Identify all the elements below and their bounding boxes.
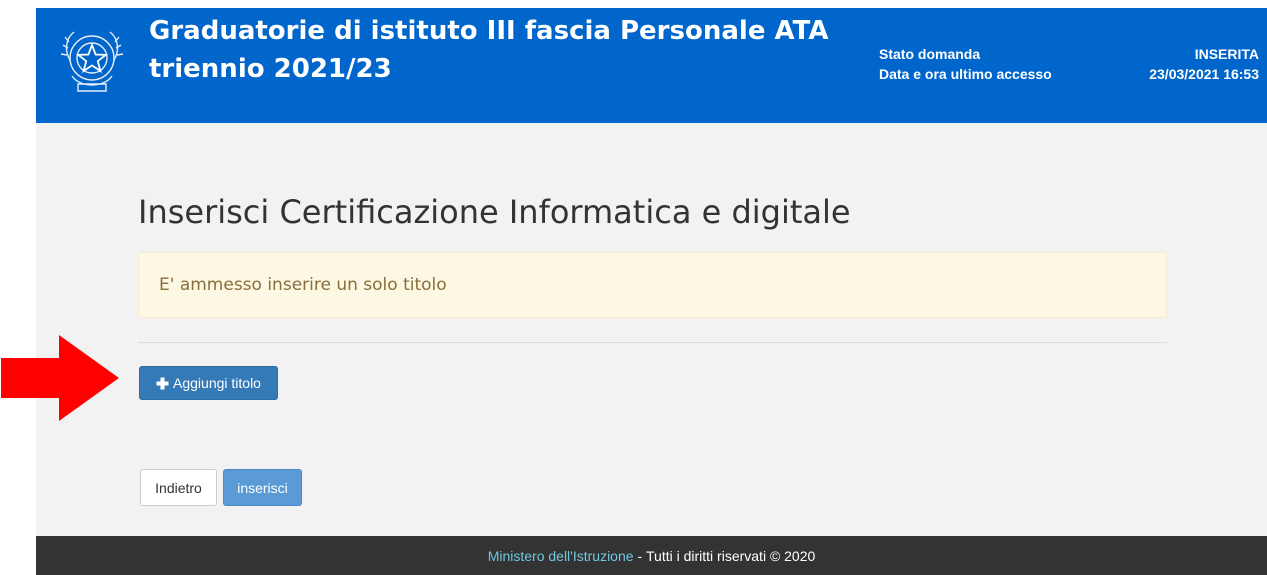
section-divider	[138, 342, 1167, 343]
add-title-button[interactable]: Aggiungi titolo	[139, 366, 278, 400]
last-access-value: 23/03/2021 16:53	[1149, 66, 1259, 82]
status-values: INSERITA 23/03/2021 16:53	[1149, 44, 1259, 84]
status-value: INSERITA	[1194, 46, 1259, 62]
app-title: Graduatorie di istituto III fascia Perso…	[149, 12, 849, 88]
last-access-label: Data e ora ultimo accesso	[879, 66, 1052, 82]
republic-emblem-icon	[60, 31, 124, 92]
app-window: Graduatorie di istituto III fascia Perso…	[36, 8, 1267, 575]
footer-separator: -	[633, 547, 646, 564]
status-label: Stato domanda	[879, 46, 981, 62]
submit-button[interactable]: inserisci	[223, 469, 302, 506]
page-title: Inserisci Certificazione Informatica e d…	[138, 193, 851, 231]
plus-icon	[156, 377, 169, 389]
footer-rights: Tutti i diritti riservati © 2020	[646, 547, 816, 564]
site-header: Graduatorie di istituto III fascia Perso…	[36, 8, 1267, 123]
back-button[interactable]: Indietro	[140, 469, 217, 506]
site-footer: Ministero dell'Istruzione - Tutti i diri…	[36, 536, 1267, 575]
app-title-line-2: triennio 2021/23	[149, 54, 392, 84]
ministry-link[interactable]: Ministero dell'Istruzione	[488, 548, 634, 564]
red-arrow-right-icon	[1, 335, 119, 421]
app-title-line-1: Graduatorie di istituto III fascia Perso…	[149, 16, 829, 46]
alert-text: E' ammesso inserire un solo titolo	[159, 275, 447, 295]
warning-alert: E' ammesso inserire un solo titolo	[138, 252, 1167, 318]
status-labels: Stato domanda Data e ora ultimo accesso	[879, 44, 1052, 84]
add-title-label: Aggiungi titolo	[173, 375, 261, 391]
